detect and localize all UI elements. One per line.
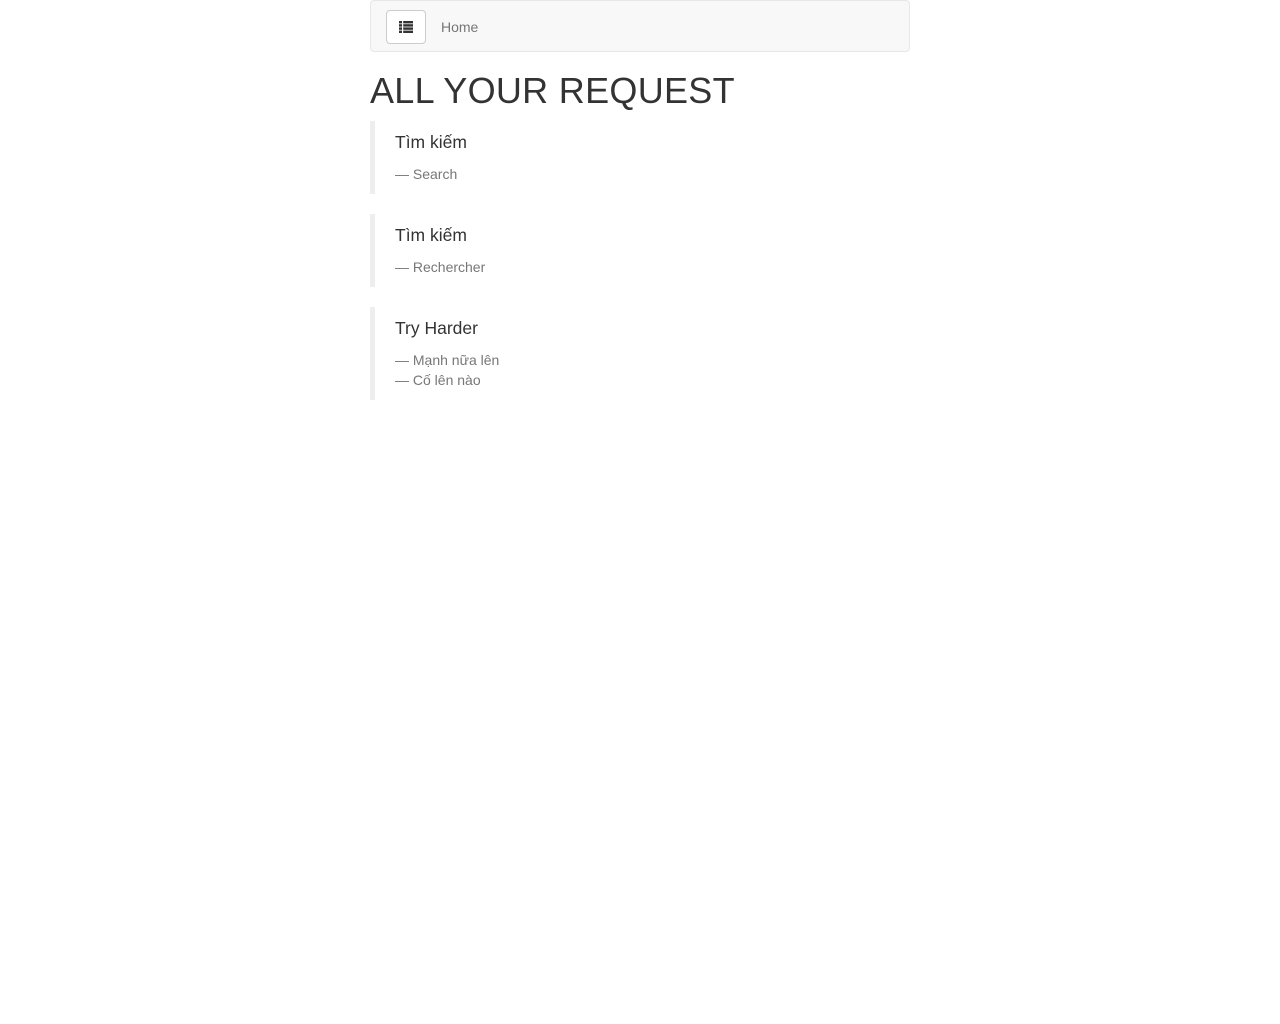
quote-source: Search bbox=[395, 164, 890, 184]
quote-footer: Search bbox=[395, 164, 890, 184]
quote-title: Tìm kiếm bbox=[395, 132, 467, 152]
page-title: ALL YOUR REQUEST bbox=[370, 70, 735, 111]
list-icon bbox=[399, 21, 413, 33]
quote-list: Tìm kiếm Search Tìm kiếm Rechercher Try Hard… bbox=[370, 121, 910, 420]
quote-block: Tìm kiếm Rechercher bbox=[370, 214, 910, 287]
quote-block: Try Harder Mạnh nữa lênCố lên nào bbox=[370, 307, 910, 400]
quote-block: Tìm kiếm Search bbox=[370, 121, 910, 194]
quote-source: Cố lên nào bbox=[395, 370, 890, 390]
page-container: Home ALL YOUR REQUEST Tìm kiếmSearchTìm … bbox=[370, 0, 910, 400]
quote-title: Try Harder bbox=[395, 318, 478, 338]
menu-toggle-button[interactable] bbox=[386, 10, 426, 44]
nav-home-link[interactable]: Home bbox=[441, 18, 478, 36]
quote-footer: Rechercher bbox=[395, 257, 890, 277]
quote-title: Tìm kiếm bbox=[395, 225, 467, 245]
quote-source: Rechercher bbox=[395, 257, 890, 277]
quote-source: Mạnh nữa lên bbox=[395, 350, 890, 370]
quote-footer: Mạnh nữa lênCố lên nào bbox=[395, 350, 890, 390]
navbar: Home bbox=[370, 0, 910, 52]
